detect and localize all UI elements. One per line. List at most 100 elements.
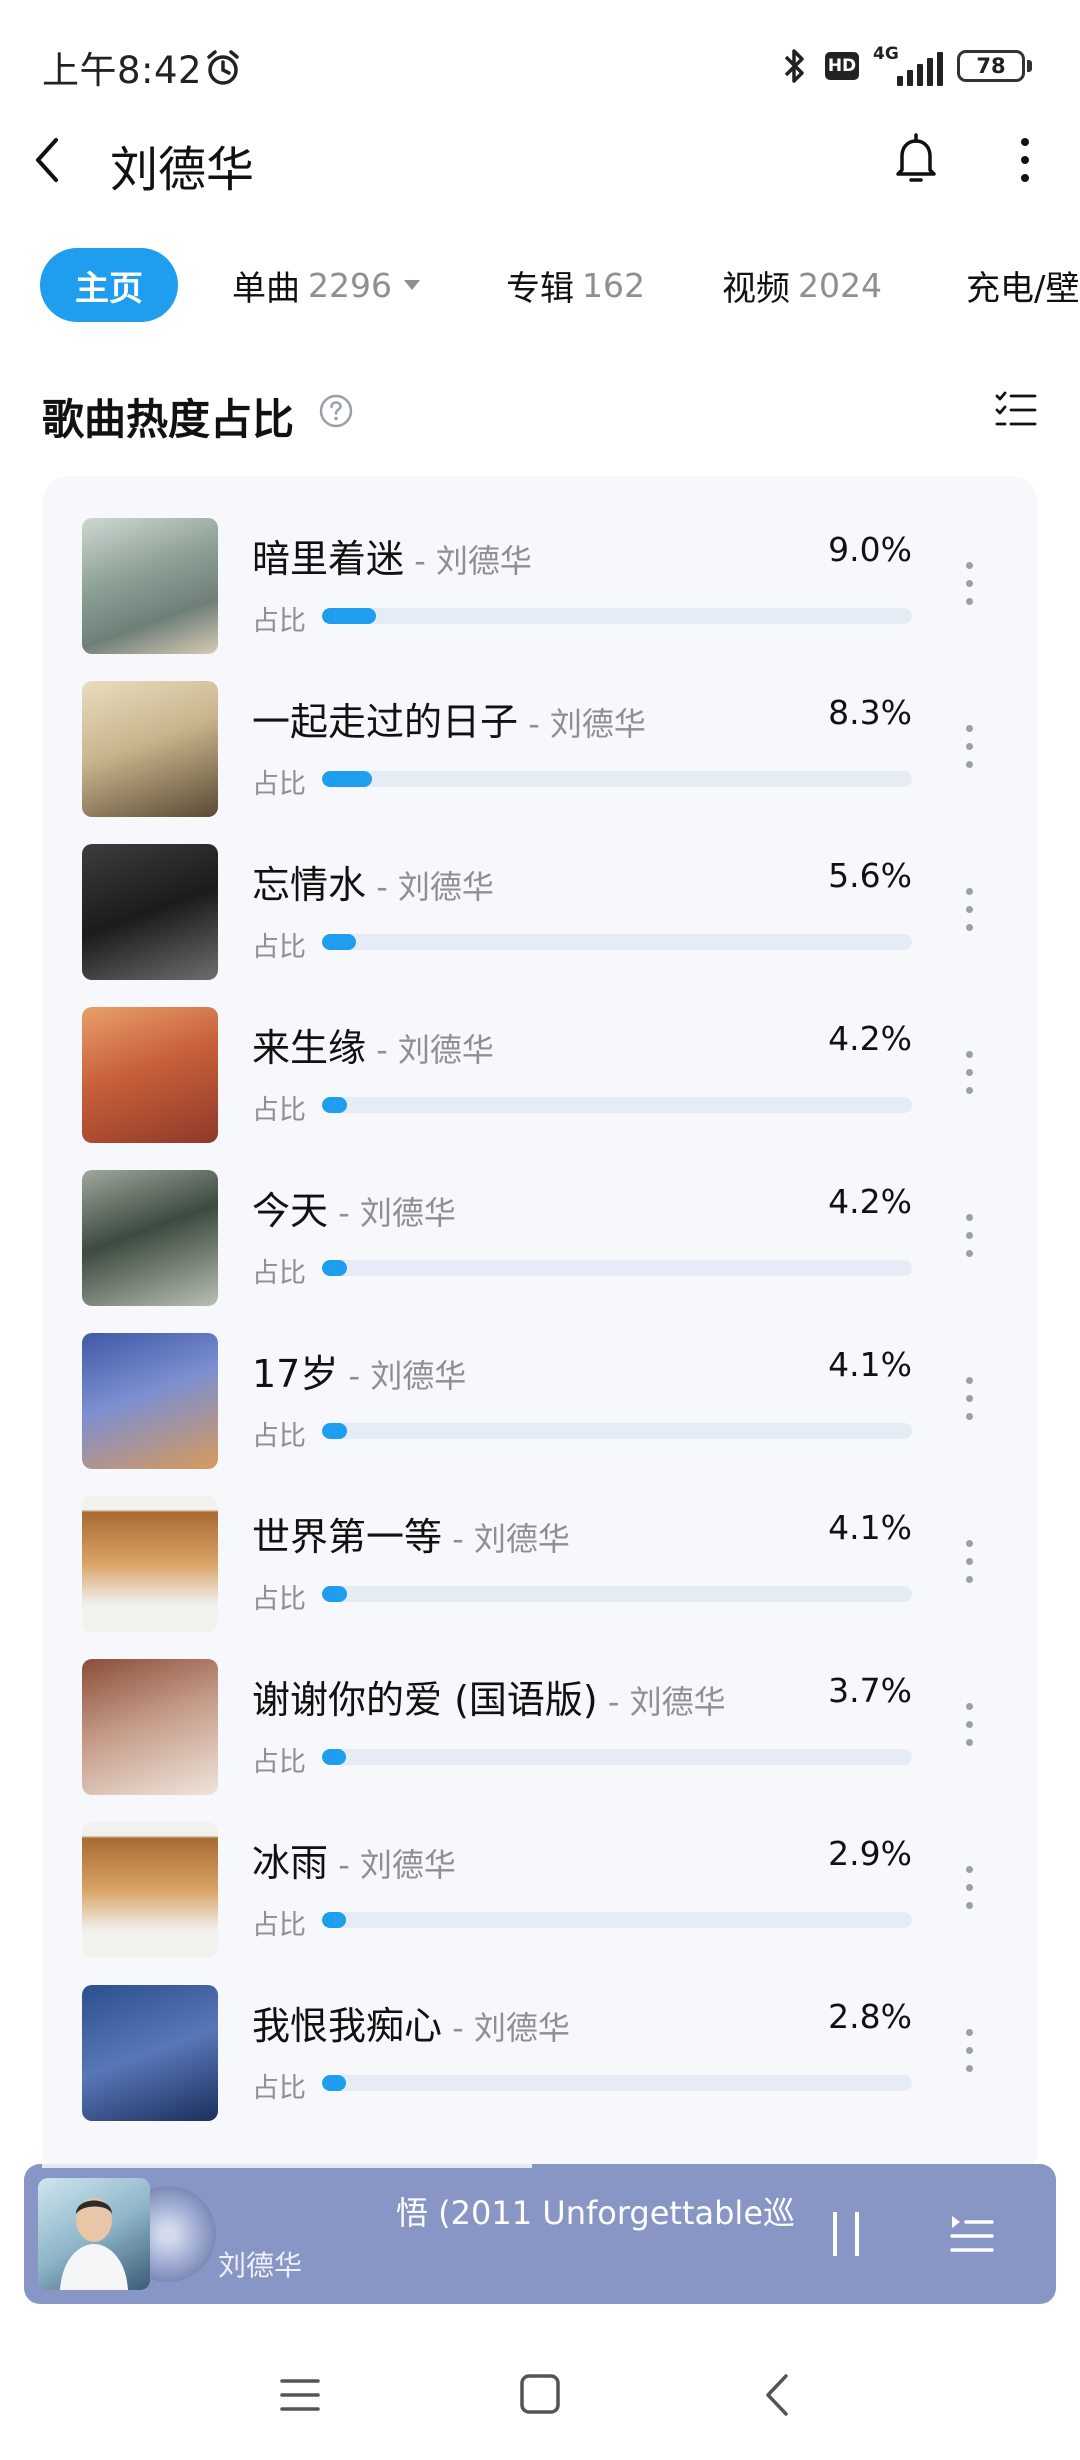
song-title: 17岁 <box>252 1352 339 1396</box>
song-percent: 9.0% <box>828 530 912 569</box>
album-cover[interactable] <box>82 1496 218 1632</box>
share-bar-track <box>322 608 912 624</box>
tab-label: 单曲 <box>232 268 300 309</box>
song-row[interactable]: 17岁 - 刘德华 4.1% 占比 <box>42 1291 1038 1469</box>
tab-albums[interactable]: 专辑 162 <box>506 248 645 322</box>
song-row[interactable]: 冰雨 - 刘德华 2.9% 占比 <box>42 1780 1038 1958</box>
more-vertical-icon[interactable] <box>964 1051 974 1101</box>
status-bar: 上午8:42 HD 4G 78 <box>0 0 1080 130</box>
share-bar-track <box>322 1912 912 1928</box>
nav-back-icon[interactable] <box>760 2370 796 2420</box>
album-cover[interactable] <box>82 1333 218 1469</box>
album-cover[interactable] <box>82 1170 218 1306</box>
song-title: 冰雨 <box>252 1841 329 1885</box>
share-bar-track <box>322 1586 912 1602</box>
tab-singles[interactable]: 单曲 2296 <box>232 248 420 322</box>
song-title-line: 忘情水 - 刘德华 <box>252 854 494 909</box>
system-nav-bar <box>0 2340 1080 2460</box>
share-bar-fill <box>322 608 377 624</box>
share-bar-track <box>322 1749 912 1765</box>
status-time: 上午8:42 <box>42 49 203 92</box>
song-row[interactable]: 来生缘 - 刘德华 4.2% 占比 <box>42 965 1038 1143</box>
pause-icon[interactable] <box>828 2208 864 2260</box>
ratio-label: 占比 <box>252 769 306 800</box>
song-title-line: 一起走过的日子 - 刘德华 <box>252 691 646 746</box>
song-title-line: 暗里着迷 - 刘德华 <box>252 528 532 583</box>
share-bar-track <box>322 934 912 950</box>
song-percent: 2.9% <box>828 1834 912 1873</box>
playlist-icon[interactable] <box>946 2208 996 2256</box>
song-row[interactable]: 今天 - 刘德华 4.2% 占比 <box>42 1128 1038 1306</box>
more-vertical-icon[interactable] <box>964 1703 974 1753</box>
tab-videos[interactable]: 视频 2024 <box>722 248 882 322</box>
more-vertical-icon[interactable] <box>964 562 974 612</box>
song-row[interactable]: 世界第一等 - 刘德华 4.1% 占比 <box>42 1454 1038 1632</box>
song-title-line: 冰雨 - 刘德华 <box>252 1832 456 1887</box>
album-cover[interactable] <box>82 681 218 817</box>
bluetooth-icon <box>784 49 804 83</box>
song-percent: 5.6% <box>828 856 912 895</box>
song-artist: - 刘德华 <box>597 1683 726 1721</box>
bell-icon[interactable] <box>890 130 942 188</box>
player-cover-art[interactable] <box>38 2178 150 2290</box>
share-bar-fill <box>322 1423 347 1439</box>
more-vertical-icon[interactable] <box>964 725 974 775</box>
album-cover[interactable] <box>82 844 218 980</box>
more-vertical-icon[interactable] <box>964 888 974 938</box>
more-vertical-icon[interactable] <box>964 2029 974 2079</box>
tab-home[interactable]: 主页 <box>40 248 178 322</box>
song-title: 今天 <box>252 1189 329 1233</box>
song-heat-card: 暗里着迷 - 刘德华 9.0% 占比 一起走过的日子 - 刘德华 8.3% 占比 忘情水 -… <box>42 476 1038 2176</box>
tab-charge[interactable]: 充电/壁 <box>966 248 1079 322</box>
more-vertical-icon[interactable] <box>1010 132 1040 188</box>
signal-icon: 4G <box>873 44 943 86</box>
share-bar-track <box>322 1423 912 1439</box>
more-vertical-icon[interactable] <box>964 1377 974 1427</box>
back-arrow-icon[interactable] <box>28 132 68 188</box>
recent-apps-icon[interactable] <box>278 2375 322 2415</box>
album-cover[interactable] <box>82 1822 218 1958</box>
song-percent: 8.3% <box>828 693 912 732</box>
song-row[interactable]: 我恨我痴心 - 刘德华 2.8% 占比 <box>42 1943 1038 2121</box>
share-bar-track <box>322 771 912 787</box>
checklist-icon[interactable] <box>994 390 1038 430</box>
song-title: 暗里着迷 <box>252 537 405 581</box>
tab-count: 2024 <box>798 265 882 305</box>
share-bar-fill <box>322 1749 346 1765</box>
song-artist: - 刘德华 <box>404 542 532 580</box>
song-artist: - 刘德华 <box>442 2009 570 2047</box>
album-cover[interactable] <box>82 1985 218 2121</box>
more-vertical-icon[interactable] <box>964 1866 974 1916</box>
album-cover[interactable] <box>82 1659 218 1795</box>
song-title: 谢谢你的爱 (国语版) <box>252 1678 598 1722</box>
song-percent: 4.2% <box>828 1182 912 1221</box>
song-title: 世界第一等 <box>252 1515 443 1559</box>
alarm-icon <box>207 50 239 85</box>
tab-label: 主页 <box>75 268 143 309</box>
song-percent: 4.1% <box>828 1345 912 1384</box>
album-cover[interactable] <box>82 1007 218 1143</box>
song-title: 一起走过的日子 <box>252 700 519 744</box>
share-bar-fill <box>322 771 373 787</box>
mini-player[interactable]: 悟 (2011 Unforgettable巡 刘德华 <box>24 2164 1056 2304</box>
page-title: 刘德华 <box>110 142 255 198</box>
help-icon[interactable] <box>318 393 354 429</box>
tab-count: 2296 <box>308 265 392 305</box>
song-row[interactable]: 一起走过的日子 - 刘德华 8.3% 占比 <box>42 639 1038 817</box>
song-row[interactable]: 暗里着迷 - 刘德华 9.0% 占比 <box>42 476 1038 654</box>
song-row[interactable]: 谢谢你的爱 (国语版) - 刘德华 3.7% 占比 <box>42 1617 1038 1795</box>
song-percent: 4.1% <box>828 1508 912 1547</box>
network-type: 4G <box>873 44 899 64</box>
song-title-line: 17岁 - 刘德华 <box>252 1343 466 1398</box>
section-title: 歌曲热度占比 <box>42 395 295 444</box>
more-vertical-icon[interactable] <box>964 1540 974 1590</box>
share-bar-track <box>322 2075 912 2091</box>
player-track-title: 悟 (2011 Unforgettable巡 <box>396 2194 796 2232</box>
more-vertical-icon[interactable] <box>964 1214 974 1264</box>
song-artist: - 刘德华 <box>328 1846 456 1884</box>
album-cover[interactable] <box>82 518 218 654</box>
ratio-label: 占比 <box>252 1584 306 1615</box>
song-title: 来生缘 <box>252 1026 367 1070</box>
song-row[interactable]: 忘情水 - 刘德华 5.6% 占比 <box>42 802 1038 980</box>
home-icon[interactable] <box>516 2370 564 2418</box>
